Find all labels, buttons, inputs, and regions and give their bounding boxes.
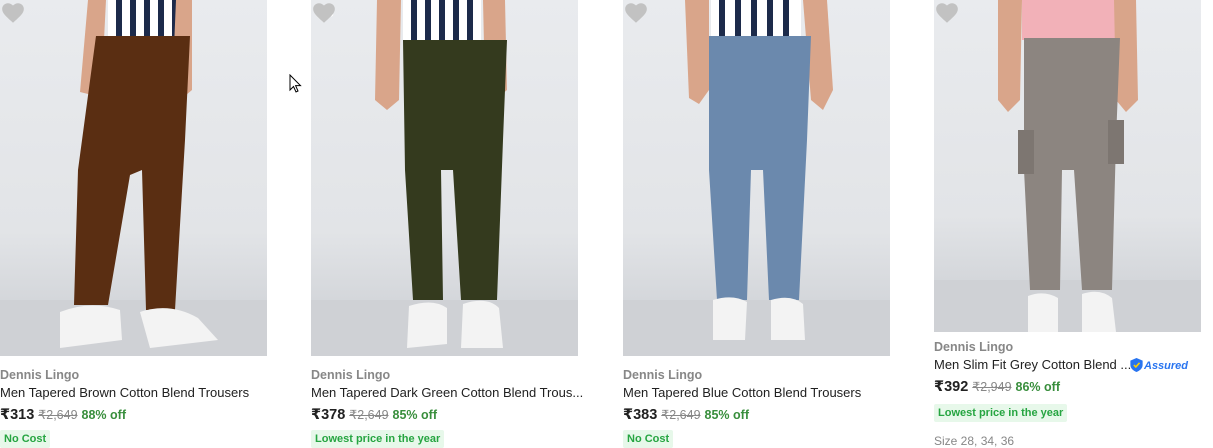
assured-shield-icon — [1130, 358, 1143, 372]
product-mrp: ₹2,649 — [349, 408, 389, 422]
product-image[interactable]: ••• — [311, 0, 578, 356]
offer-tag: No Cost — [623, 430, 674, 448]
product-image[interactable] — [623, 0, 890, 356]
price-row: ₹313 ₹2,649 88% off — [0, 406, 126, 424]
product-photo — [0, 0, 267, 356]
wishlist-heart-icon[interactable] — [0, 0, 26, 26]
product-brand: Dennis Lingo — [0, 368, 80, 382]
product-price: ₹392 — [934, 379, 969, 395]
offer-tag: Lowest price in the year — [934, 404, 1068, 422]
available-sizes: Size 28, 34, 36 — [934, 434, 1015, 448]
product-card-1[interactable]: Dennis Lingo Men Tapered Brown Cotton Bl… — [0, 0, 270, 448]
product-price: ₹378 — [311, 407, 346, 423]
product-discount: 85% off — [704, 408, 749, 422]
assured-label: Assured — [1144, 360, 1189, 372]
product-card-4[interactable]: Dennis Lingo Men Slim Fit Grey Cotton Bl… — [934, 0, 1213, 448]
product-price: ₹313 — [0, 407, 35, 423]
product-discount: 88% off — [81, 408, 126, 422]
product-price: ₹383 — [623, 407, 658, 423]
product-brand: Dennis Lingo — [623, 368, 703, 382]
product-mrp: ₹2,649 — [661, 408, 701, 422]
product-title[interactable]: Men Tapered Dark Green Cotton Blend Trou… — [311, 385, 583, 400]
product-mrp: ₹2,649 — [38, 408, 78, 422]
product-image[interactable] — [934, 0, 1201, 332]
price-row: ₹378 ₹2,649 85% off — [311, 406, 437, 424]
product-card-3[interactable]: Dennis Lingo Men Tapered Blue Cotton Ble… — [623, 0, 893, 448]
wishlist-heart-icon[interactable] — [623, 0, 649, 26]
assured-badge: Assured — [1130, 358, 1188, 372]
product-card-2[interactable]: ••• Dennis Lingo Men Tapered Dark Green … — [311, 0, 583, 448]
product-brand: Dennis Lingo — [934, 340, 1014, 354]
product-discount: 85% off — [392, 408, 437, 422]
offer-tag: Lowest price in the year — [311, 430, 445, 448]
offer-tag: No Cost — [0, 430, 51, 448]
product-title[interactable]: Men Slim Fit Grey Cotton Blend ... — [934, 357, 1131, 372]
wishlist-heart-icon[interactable] — [311, 0, 337, 26]
product-discount: 86% off — [1015, 380, 1060, 394]
price-row: ₹392 ₹2,949 86% off — [934, 378, 1060, 396]
price-row: ₹383 ₹2,649 85% off — [623, 406, 749, 424]
product-title[interactable]: Men Tapered Blue Cotton Blend Trousers — [623, 385, 861, 400]
product-title[interactable]: Men Tapered Brown Cotton Blend Trousers — [0, 385, 249, 400]
product-image[interactable] — [0, 0, 267, 356]
product-photo — [311, 0, 578, 356]
wishlist-heart-icon[interactable] — [934, 0, 960, 26]
product-photo — [623, 0, 890, 356]
mouse-cursor-icon — [289, 74, 302, 93]
product-brand: Dennis Lingo — [311, 368, 391, 382]
product-photo — [934, 0, 1201, 332]
product-mrp: ₹2,949 — [972, 380, 1012, 394]
